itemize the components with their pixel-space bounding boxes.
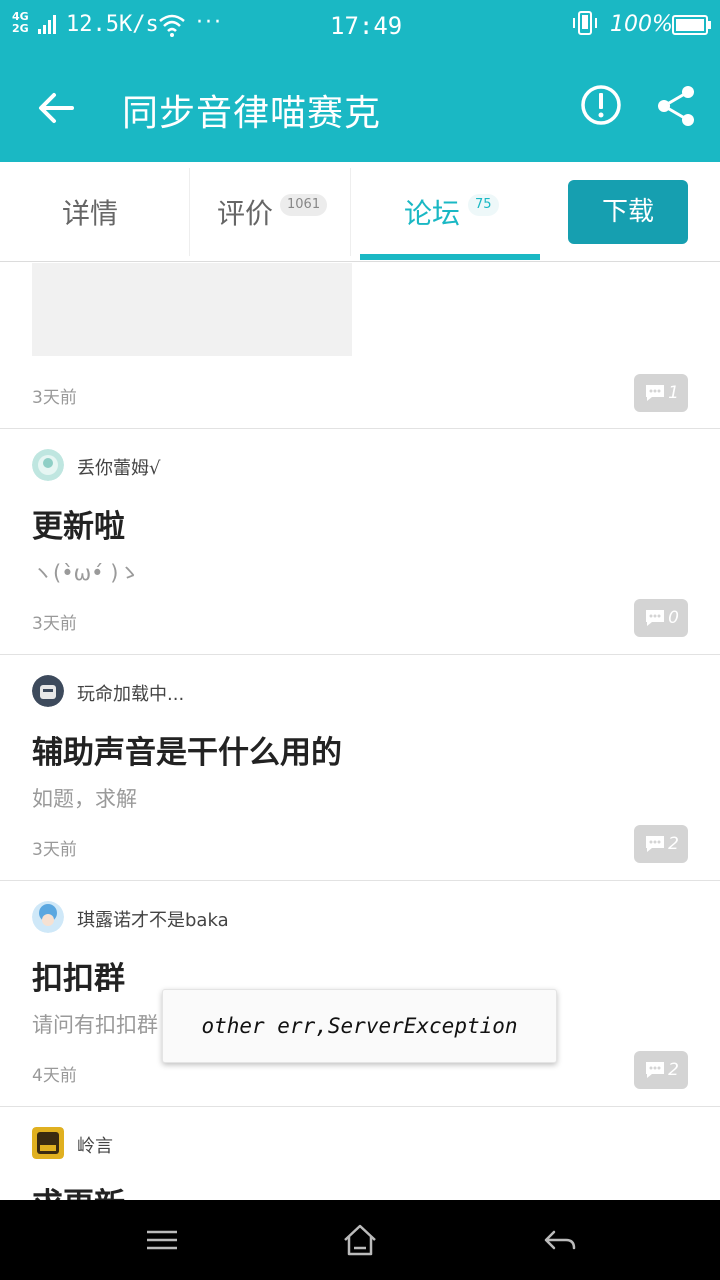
comment-count: 2 [668,1060,679,1080]
comment-icon [646,385,664,401]
post-time: 3天前 [32,388,77,408]
post-time: 3天前 [32,614,77,634]
list-item[interactable]: 岭言 求更新 [0,1107,720,1200]
comment-count-badge[interactable]: 1 [634,374,688,412]
comment-count-badge[interactable]: 2 [634,825,688,863]
menu-icon[interactable] [142,1220,182,1260]
wifi-icon [159,14,185,37]
post-title: 辅助声音是干什么用的 [32,735,342,771]
comment-count: 1 [668,383,679,403]
signal-icon [38,15,56,34]
network-type: 4G 2G [12,10,29,35]
battery-percent: 100% [610,12,673,37]
post-title: 扣扣群 [32,961,125,997]
home-icon[interactable] [340,1220,380,1260]
avatar[interactable] [32,675,64,707]
tab-label: 详情 [62,197,119,230]
battery-icon [672,15,711,35]
avatar[interactable] [32,449,64,481]
post-title: 求更新 [32,1179,125,1200]
comment-count: 0 [668,608,679,628]
post-time: 4天前 [32,1066,77,1086]
network-speed: 12.5K/s [66,12,159,37]
active-tab-indicator [360,254,540,260]
tab-forum[interactable]: 论坛 75 [351,162,551,261]
tab-details[interactable]: 详情 [0,162,190,261]
comment-count-badge[interactable]: 0 [634,599,688,637]
download-button[interactable]: 下载 [568,180,688,244]
status-bar: 4G 2G 12.5K/s ··· 17:49 100% [0,0,720,52]
tab-reviews[interactable]: 评价 1061 [190,162,350,261]
author-name[interactable]: 玩命加载中... [77,680,184,706]
author-name[interactable]: 丢你蕾姆√ [77,454,160,480]
post-body: ヽ(•̀ω•́ )ゝ [32,561,140,585]
vibrate-icon [573,11,597,35]
share-icon[interactable] [652,82,700,130]
comment-icon [646,1062,664,1078]
tab-label: 评价 [217,197,274,230]
error-toast: other err,ServerException [162,989,557,1063]
comment-icon [646,610,664,626]
exclamation-circle-icon[interactable] [578,82,624,128]
page-title: 同步音律喵赛克 [122,93,382,134]
comment-count-badge[interactable]: 2 [634,1051,688,1089]
clock: 17:49 [330,12,403,40]
arrow-left-icon[interactable] [30,82,82,134]
forum-count-badge: 75 [468,194,499,216]
post-body: 请问有扣扣群 [32,1013,158,1037]
comment-count: 2 [668,834,679,854]
comment-icon [646,836,664,852]
post-title: 更新啦 [32,509,125,545]
list-item[interactable]: 3天前 1 [0,263,720,429]
post-body: 如题，求解 [32,787,137,811]
app-bar: 同步音律喵赛克 [0,52,720,162]
author-name[interactable]: 岭言 [77,1132,113,1158]
tab-label: 论坛 [404,197,461,230]
more-notifications: ··· [196,10,223,35]
back-icon[interactable] [540,1220,580,1260]
list-item[interactable]: 丢你蕾姆√ 更新啦 ヽ(•̀ω•́ )ゝ 3天前 0 [0,429,720,655]
post-time: 3天前 [32,840,77,860]
tab-bar: 详情 评价 1061 论坛 75 下载 [0,162,720,262]
avatar[interactable] [32,1127,64,1159]
list-item[interactable]: 玩命加载中... 辅助声音是干什么用的 如题，求解 3天前 2 [0,655,720,881]
avatar[interactable] [32,901,64,933]
author-name[interactable]: 琪露诺才不是baka [77,906,229,932]
post-image-placeholder [32,263,352,356]
system-nav-bar [0,1200,720,1280]
review-count-badge: 1061 [280,194,328,216]
